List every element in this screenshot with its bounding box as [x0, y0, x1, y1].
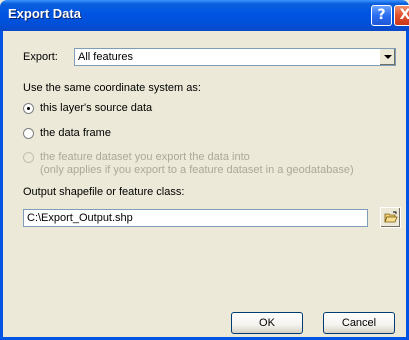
- output-label: Output shapefile or feature class:: [23, 186, 185, 198]
- radio-feature-dataset-sublabel: (only applies if you export to a feature…: [40, 164, 354, 176]
- radio-feature-dataset-label: the feature dataset you export the data …: [40, 151, 250, 163]
- output-path-field[interactable]: C:\Export_Output.shp: [23, 209, 368, 227]
- radio-layer-source-data-label[interactable]: this layer's source data: [40, 102, 152, 114]
- title-bar[interactable]: Export Data ? X: [0, 0, 409, 31]
- export-data-dialog: Export Data ? X Export: All features Use…: [0, 0, 409, 340]
- export-dropdown[interactable]: All features: [74, 48, 396, 66]
- radio-feature-dataset: [23, 152, 34, 163]
- open-folder-icon: [384, 211, 398, 223]
- close-button[interactable]: X: [394, 5, 409, 26]
- radio-data-frame[interactable]: [23, 128, 34, 139]
- window-frame-left: [0, 31, 3, 340]
- browse-button[interactable]: [380, 207, 401, 228]
- chevron-down-icon[interactable]: [379, 49, 395, 65]
- cancel-button[interactable]: Cancel: [323, 312, 395, 334]
- dialog-title: Export Data: [8, 6, 81, 21]
- help-button[interactable]: ?: [371, 5, 392, 26]
- output-path-value: C:\Export_Output.shp: [27, 212, 133, 224]
- radio-layer-source-data[interactable]: [23, 103, 34, 114]
- export-dropdown-value: All features: [78, 51, 134, 63]
- coordinate-system-prompt: Use the same coordinate system as:: [23, 82, 201, 94]
- radio-data-frame-label[interactable]: the data frame: [40, 127, 111, 139]
- export-label: Export:: [23, 51, 58, 63]
- ok-button[interactable]: OK: [231, 312, 303, 334]
